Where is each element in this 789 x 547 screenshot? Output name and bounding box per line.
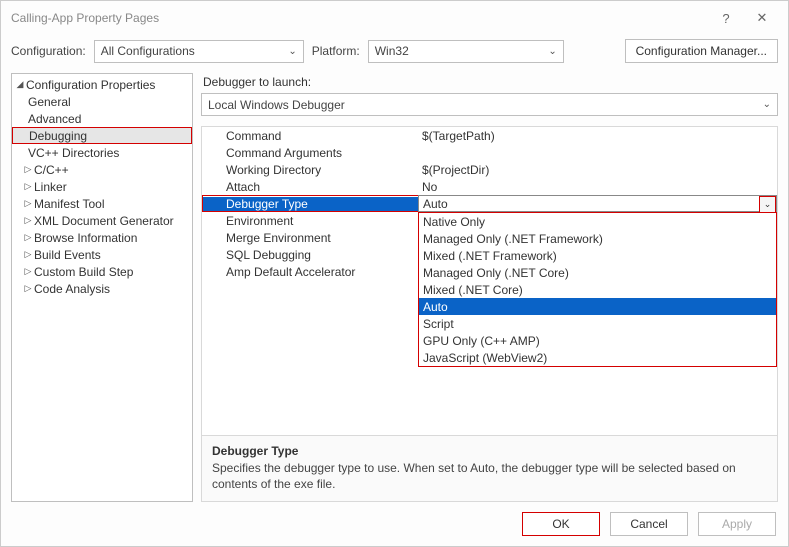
tri-right-icon: ▷ <box>22 198 34 209</box>
tri-down-icon: ◢ <box>14 79 26 90</box>
tree-item[interactable]: ▷Manifest Tool <box>12 195 192 212</box>
tree-item[interactable]: VC++ Directories <box>12 144 192 161</box>
dropdown-item[interactable]: Mixed (.NET Framework) <box>419 247 776 264</box>
property-row[interactable]: Command Arguments <box>202 144 777 161</box>
property-value: $(TargetPath) <box>418 129 777 143</box>
tree-item[interactable]: ▷Custom Build Step <box>12 263 192 280</box>
configuration-label: Configuration: <box>11 44 86 58</box>
dropdown-item[interactable]: Mixed (.NET Core) <box>419 281 776 298</box>
titlebar: Calling-App Property Pages ? ✕ <box>1 1 788 35</box>
property-name: Debugger Type <box>202 197 418 211</box>
property-row[interactable]: Working Directory$(ProjectDir) <box>202 161 777 178</box>
configuration-combo[interactable]: All Configurations ⌄ <box>94 40 304 63</box>
tree-item-label: Manifest Tool <box>34 197 104 211</box>
debugger-to-launch-combo[interactable]: Local Windows Debugger ⌄ <box>201 93 778 116</box>
tri-right-icon: ▷ <box>22 181 34 192</box>
tree-item[interactable]: ▷Build Events <box>12 246 192 263</box>
tree-item-label: Build Events <box>34 248 101 262</box>
dialog-footer: OK Cancel Apply <box>1 502 788 546</box>
chevron-down-icon: ⌄ <box>288 46 296 57</box>
tri-right-icon: ▷ <box>22 249 34 260</box>
dropdown-item[interactable]: GPU Only (C++ AMP) <box>419 332 776 349</box>
property-name: Environment <box>202 214 418 228</box>
tree-item-label: Debugging <box>29 129 87 143</box>
tree-item-label: General <box>28 95 71 109</box>
chevron-down-icon: ⌄ <box>763 99 771 110</box>
dropdown-item[interactable]: JavaScript (WebView2) <box>419 349 776 366</box>
tree-root[interactable]: ◢ Configuration Properties <box>12 76 192 93</box>
tree-item-label: Advanced <box>28 112 81 126</box>
configuration-value: All Configurations <box>101 44 195 58</box>
tree-item-label: C/C++ <box>34 163 69 177</box>
window-title: Calling-App Property Pages <box>11 11 159 25</box>
configuration-manager-button[interactable]: Configuration Manager... <box>625 39 778 63</box>
description-panel: Debugger Type Specifies the debugger typ… <box>202 435 777 501</box>
tree-item-label: Linker <box>34 180 67 194</box>
tree-item[interactable]: ▷Linker <box>12 178 192 195</box>
description-title: Debugger Type <box>212 444 767 458</box>
tree-item-label: Custom Build Step <box>34 265 133 279</box>
property-name: Working Directory <box>202 163 418 177</box>
platform-label: Platform: <box>312 44 360 58</box>
property-pages-window: Calling-App Property Pages ? ✕ Configura… <box>0 0 789 547</box>
config-toolbar: Configuration: All Configurations ⌄ Plat… <box>1 35 788 71</box>
tri-right-icon: ▷ <box>22 266 34 277</box>
dropdown-item[interactable]: Script <box>419 315 776 332</box>
ok-button[interactable]: OK <box>522 512 600 536</box>
property-value: $(ProjectDir) <box>418 163 777 177</box>
tree-item-label: VC++ Directories <box>28 146 119 160</box>
tree-item-label: Code Analysis <box>34 282 110 296</box>
tri-right-icon: ▷ <box>22 164 34 175</box>
property-name: Command Arguments <box>202 146 418 160</box>
property-name: Merge Environment <box>202 231 418 245</box>
debugger-to-launch-label: Debugger to launch: <box>203 75 778 89</box>
tree-item[interactable]: ▷C/C++ <box>12 161 192 178</box>
tri-right-icon: ▷ <box>22 232 34 243</box>
chevron-down-icon: ⌄ <box>548 46 556 57</box>
tree-item-label: Browse Information <box>34 231 137 245</box>
tree-item[interactable]: ▷Browse Information <box>12 229 192 246</box>
debugger-type-dropdown[interactable]: Native OnlyManaged Only (.NET Framework)… <box>418 212 777 367</box>
tri-right-icon: ▷ <box>22 215 34 226</box>
tree-item[interactable]: ▷XML Document Generator <box>12 212 192 229</box>
tree-item[interactable]: General <box>12 93 192 110</box>
property-row[interactable]: Debugger TypeAuto⌄ <box>202 195 777 212</box>
apply-button[interactable]: Apply <box>698 512 776 536</box>
debugger-to-launch-value: Local Windows Debugger <box>208 98 345 112</box>
tree-item-label: XML Document Generator <box>34 214 174 228</box>
dropdown-item[interactable]: Managed Only (.NET Core) <box>419 264 776 281</box>
cancel-button[interactable]: Cancel <box>610 512 688 536</box>
properties-tree[interactable]: ◢ Configuration Properties General Advanc… <box>11 73 193 502</box>
tree-item[interactable]: ▷Code Analysis <box>12 280 192 297</box>
property-name: Amp Default Accelerator <box>202 265 418 279</box>
property-name: SQL Debugging <box>202 248 418 262</box>
tree-item[interactable]: Debugging <box>12 127 192 144</box>
platform-value: Win32 <box>375 44 409 58</box>
property-grid: Command$(TargetPath)Command ArgumentsWor… <box>201 126 778 502</box>
property-row[interactable]: Command$(TargetPath) <box>202 127 777 144</box>
help-icon[interactable]: ? <box>708 1 744 35</box>
description-text: Specifies the debugger type to use. When… <box>212 460 767 492</box>
property-value: No <box>418 180 777 194</box>
tree-item[interactable]: Advanced <box>12 110 192 127</box>
property-row[interactable]: AttachNo <box>202 178 777 195</box>
dropdown-button[interactable]: ⌄ <box>759 196 776 213</box>
property-value-combo[interactable]: Auto⌄ <box>418 195 777 212</box>
property-name: Command <box>202 129 418 143</box>
close-icon[interactable]: ✕ <box>744 1 780 35</box>
property-name: Attach <box>202 180 418 194</box>
dropdown-item[interactable]: Native Only <box>419 213 776 230</box>
dropdown-item[interactable]: Auto <box>419 298 776 315</box>
platform-combo[interactable]: Win32 ⌄ <box>368 40 564 63</box>
tri-right-icon: ▷ <box>22 283 34 294</box>
dropdown-item[interactable]: Managed Only (.NET Framework) <box>419 230 776 247</box>
